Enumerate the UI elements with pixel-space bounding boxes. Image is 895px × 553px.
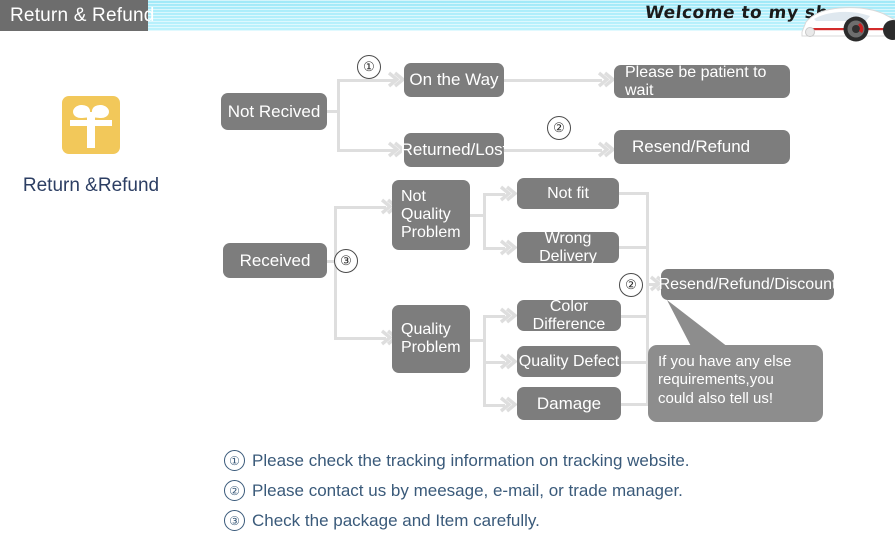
node-returned-lost[interactable]: Returned/Lost [401, 133, 507, 167]
node-quality-defect[interactable]: Quality Defect [517, 346, 621, 377]
connector-to-quality-problem [334, 337, 386, 340]
connector-on-the-way-out [504, 79, 602, 82]
node-resend-refund[interactable]: Resend/Refund [614, 130, 790, 164]
footnote-1: ① Please check the tracking information … [224, 450, 690, 471]
gift-bow-right [91, 104, 110, 119]
footnote-1-number: ① [224, 450, 245, 471]
connector-wrong-delivery-collect [619, 246, 649, 249]
footnote-3-text: Check the package and Item carefully. [252, 510, 540, 530]
return-refund-label: Return &Refund [22, 175, 160, 196]
node-color-difference[interactable]: Color Difference [517, 298, 621, 333]
connector-to-not-quality [334, 206, 386, 209]
page-title-tab: Return & Refund [0, 0, 154, 31]
footnote-2-text: Please contact us by meesage, e-mail, or… [252, 480, 683, 500]
marker-1-top: ① [357, 55, 381, 79]
node-wrong-delivery[interactable]: Wrong Delivery [517, 230, 619, 265]
marker-2-bottom: ② [619, 273, 643, 297]
sports-car-icon [800, 2, 895, 42]
footnote-3: ③ Check the package and Item carefully. [224, 510, 540, 531]
footnote-3-number: ③ [224, 510, 245, 531]
node-not-received[interactable]: Not Recived [221, 93, 327, 130]
node-not-quality-problem[interactable]: Not Quality Problem [392, 180, 470, 250]
footnote-1-text: Please check the tracking information on… [252, 450, 690, 470]
node-on-the-way[interactable]: On the Way [404, 63, 504, 97]
footnote-2-number: ② [224, 480, 245, 501]
connector-received-bus [334, 207, 337, 339]
node-damage[interactable]: Damage [517, 387, 621, 420]
node-not-fit[interactable]: Not fit [517, 178, 619, 209]
gift-ribbon-horizontal [70, 120, 112, 126]
node-quality-problem[interactable]: Quality Problem [392, 305, 470, 373]
gift-box-icon [62, 96, 120, 154]
connector-not-quality-bus [483, 194, 486, 250]
connector-not-fit-collect [619, 192, 649, 195]
gift-bow-left [72, 104, 91, 119]
connector-not-received-bus [337, 80, 340, 152]
connector-color-difference-collect [621, 315, 649, 318]
speech-bubble: If you have any else requirements,you co… [648, 345, 823, 422]
footnote-2: ② Please contact us by meesage, e-mail, … [224, 480, 683, 501]
marker-3: ③ [334, 249, 358, 273]
marker-2-top: ② [547, 116, 571, 140]
connector-damage-collect [621, 403, 649, 406]
connector-returned-lost-out [504, 149, 602, 152]
node-received[interactable]: Received [223, 243, 327, 278]
node-please-be-patient[interactable]: Please be patient to wait [614, 64, 790, 99]
connector-quality-defect-collect [621, 361, 649, 364]
